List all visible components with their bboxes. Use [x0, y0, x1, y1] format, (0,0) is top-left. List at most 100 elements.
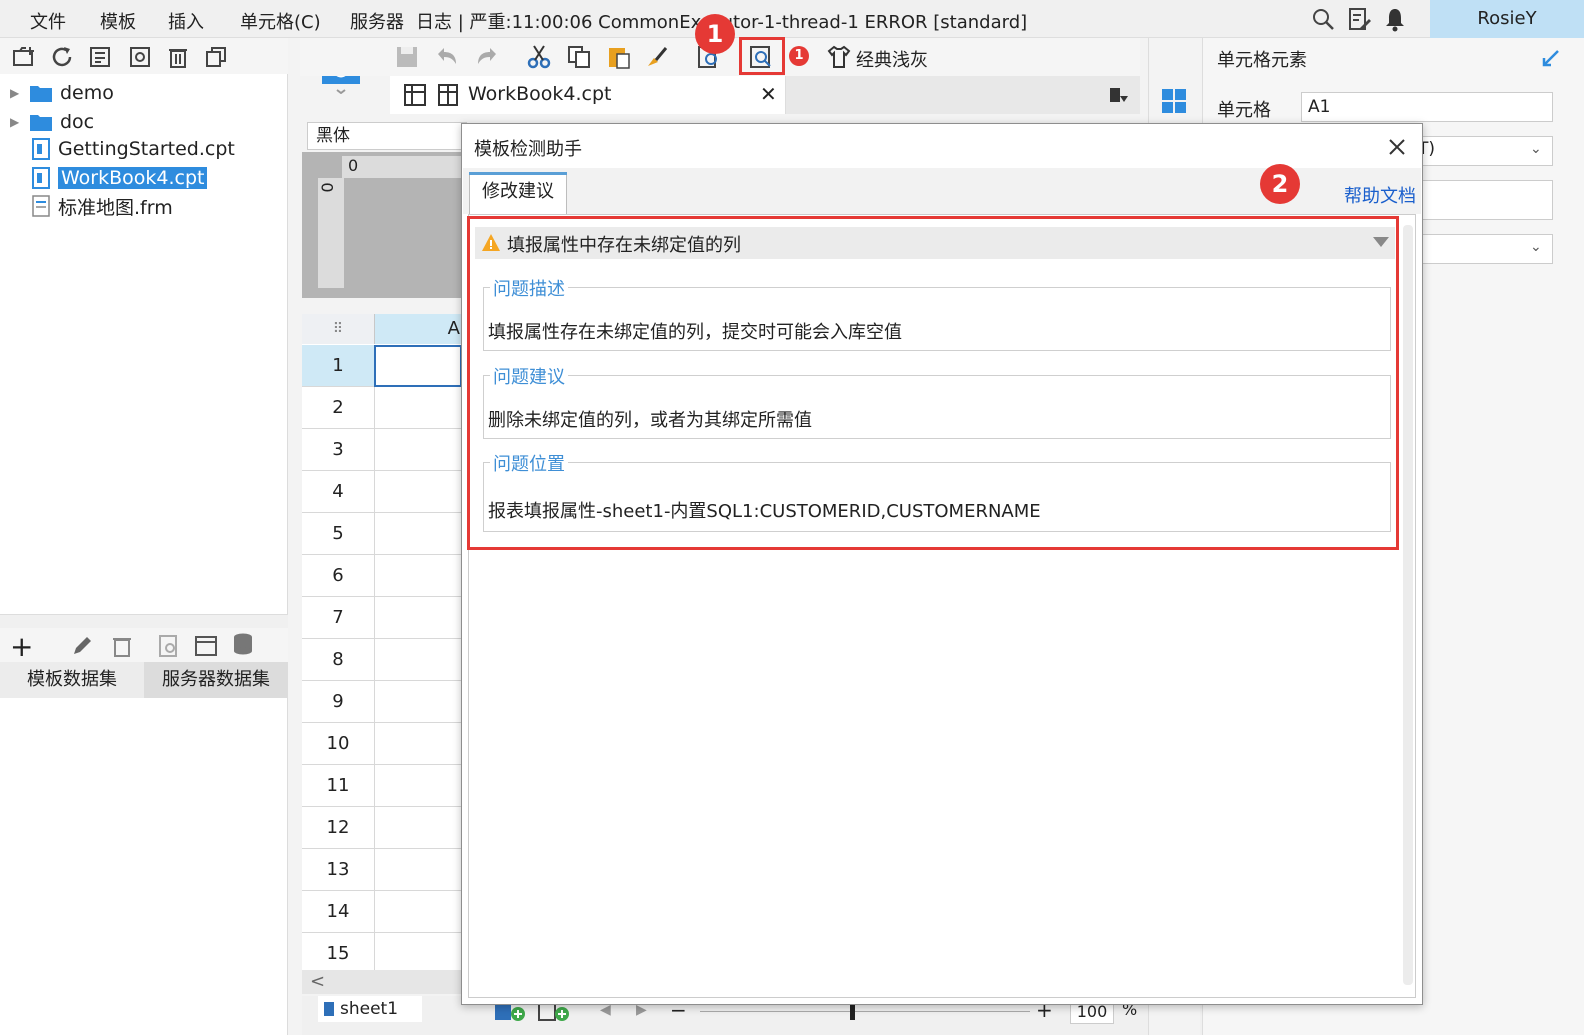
edit-icon[interactable]: [70, 634, 94, 658]
theme-label[interactable]: 经典浅灰: [856, 46, 928, 72]
expand-panel-icon[interactable]: [1541, 48, 1561, 68]
tree-item-gettingstarted[interactable]: GettingStarted.cpt: [10, 136, 235, 162]
row-header[interactable]: 14: [302, 891, 374, 933]
tab-server-dataset[interactable]: 服务器数据集: [144, 662, 288, 698]
search-icon[interactable]: [1310, 6, 1336, 32]
column-header-a[interactable]: A: [374, 314, 462, 344]
add-dataset-icon[interactable]: +: [10, 630, 33, 663]
database-icon[interactable]: [232, 632, 256, 658]
document-edit-icon[interactable]: [1346, 6, 1372, 32]
expand-arrow-icon[interactable]: ▶: [10, 86, 24, 100]
tree-label: doc: [60, 111, 95, 133]
cell-option-select[interactable]: ⌄: [1403, 234, 1553, 264]
cell-content-field[interactable]: [1403, 180, 1553, 220]
delete-icon[interactable]: [166, 45, 190, 69]
preview-dataset-icon[interactable]: [158, 634, 180, 658]
grid-cell[interactable]: [374, 723, 462, 765]
cut-icon[interactable]: [526, 44, 552, 70]
tab-menu-icon[interactable]: [1108, 86, 1128, 106]
cell-type-select[interactable]: T) ⌄: [1403, 136, 1553, 166]
folder-icon: [30, 115, 52, 131]
row-header[interactable]: 6: [302, 555, 374, 597]
scroll-left-icon[interactable]: <: [310, 971, 325, 992]
tab-suggestions[interactable]: 修改建议: [469, 172, 567, 214]
tree-item-doc[interactable]: ▶ doc: [10, 109, 94, 135]
menu-insert[interactable]: 插入: [168, 8, 204, 34]
highlight-box-check-button: [739, 37, 785, 75]
menu-template[interactable]: 模板: [100, 8, 136, 34]
user-account[interactable]: RosieY: [1430, 0, 1584, 38]
grid-cell[interactable]: [374, 387, 462, 429]
tree-item-demo[interactable]: ▶ demo: [10, 80, 114, 106]
panel-splitter[interactable]: [0, 614, 288, 628]
grid-cell[interactable]: [374, 807, 462, 849]
paste-icon[interactable]: [606, 44, 632, 70]
grid-cell[interactable]: [374, 891, 462, 933]
grid-cell[interactable]: [374, 849, 462, 891]
row-header[interactable]: 5: [302, 513, 374, 555]
grid-cell[interactable]: [374, 639, 462, 681]
horizontal-scrollbar[interactable]: <: [302, 970, 462, 994]
grid-cell[interactable]: [374, 765, 462, 807]
dataset-settings-icon[interactable]: [194, 634, 218, 658]
close-tab-icon[interactable]: ✕: [760, 82, 777, 106]
row-header[interactable]: 2: [302, 387, 374, 429]
row-header[interactable]: 3: [302, 429, 374, 471]
grid-cell[interactable]: [374, 555, 462, 597]
row-header[interactable]: 8: [302, 639, 374, 681]
new-folder-icon[interactable]: [12, 45, 36, 69]
sheet-tab-sheet1[interactable]: sheet1: [318, 996, 422, 1022]
copy-cell-icon[interactable]: [566, 44, 592, 70]
delete-dataset-icon[interactable]: [110, 634, 134, 658]
zoom-slider-track[interactable]: [700, 1011, 1030, 1012]
expand-arrow-icon[interactable]: ▶: [10, 115, 24, 129]
row-header[interactable]: 4: [302, 471, 374, 513]
copy-icon[interactable]: [204, 45, 228, 69]
selected-cell-a1[interactable]: [374, 345, 462, 387]
chevron-down-icon: ⌄: [1530, 141, 1542, 157]
cell-element-icon[interactable]: [1161, 88, 1187, 114]
cell-label: 单元格: [1217, 100, 1271, 121]
row-header[interactable]: 15: [302, 933, 374, 975]
font-selector[interactable]: 黑体: [307, 122, 467, 150]
menu-bar: 文件 模板 插入 单元格(C) 服务器 日志 | 严重:11:00:06 Com…: [0, 0, 1584, 38]
grid-cell[interactable]: [374, 429, 462, 471]
row-header[interactable]: 10: [302, 723, 374, 765]
cell-name-input[interactable]: A1: [1301, 92, 1553, 122]
grid-cell[interactable]: [374, 471, 462, 513]
tab-template-dataset[interactable]: 模板数据集: [0, 662, 144, 698]
tree-item-map-form[interactable]: 标准地图.frm: [10, 193, 173, 219]
format-painter-icon[interactable]: [644, 44, 670, 70]
refresh-icon[interactable]: [50, 45, 74, 69]
theme-shirt-icon[interactable]: [826, 44, 852, 70]
save-icon[interactable]: [394, 44, 420, 70]
tree-item-workbook4[interactable]: WorkBook4.cpt: [10, 165, 208, 191]
row-header[interactable]: 1: [302, 345, 374, 387]
grid-cell[interactable]: [374, 513, 462, 555]
close-icon[interactable]: [1382, 132, 1412, 162]
row-header[interactable]: 7: [302, 597, 374, 639]
cpt-file-icon: [32, 138, 50, 160]
vertical-scrollbar[interactable]: [1403, 225, 1413, 985]
bell-icon[interactable]: [1382, 6, 1408, 32]
notification-badge[interactable]: 1: [789, 46, 809, 66]
grid-view-icon[interactable]: [404, 84, 426, 106]
select-all-corner[interactable]: ⠿: [302, 314, 374, 344]
undo-icon[interactable]: [434, 44, 460, 70]
preview-icon[interactable]: [88, 45, 112, 69]
tab-workbook4[interactable]: WorkBook4.cpt ✕: [390, 76, 786, 114]
redo-icon[interactable]: [474, 44, 500, 70]
grid-cell[interactable]: [374, 933, 462, 975]
grid-cell[interactable]: [374, 681, 462, 723]
menu-cell[interactable]: 单元格(C): [240, 8, 321, 34]
row-header[interactable]: 12: [302, 807, 374, 849]
settings-icon[interactable]: [128, 45, 152, 69]
row-header[interactable]: 9: [302, 681, 374, 723]
help-doc-link[interactable]: 帮助文档: [1344, 182, 1416, 208]
grid-cell[interactable]: [374, 597, 462, 639]
row-header[interactable]: 13: [302, 849, 374, 891]
menu-server[interactable]: 服务器: [350, 8, 404, 34]
menu-file[interactable]: 文件: [30, 8, 66, 34]
row-header[interactable]: 11: [302, 765, 374, 807]
highlight-box-issue-panel: [467, 216, 1399, 550]
